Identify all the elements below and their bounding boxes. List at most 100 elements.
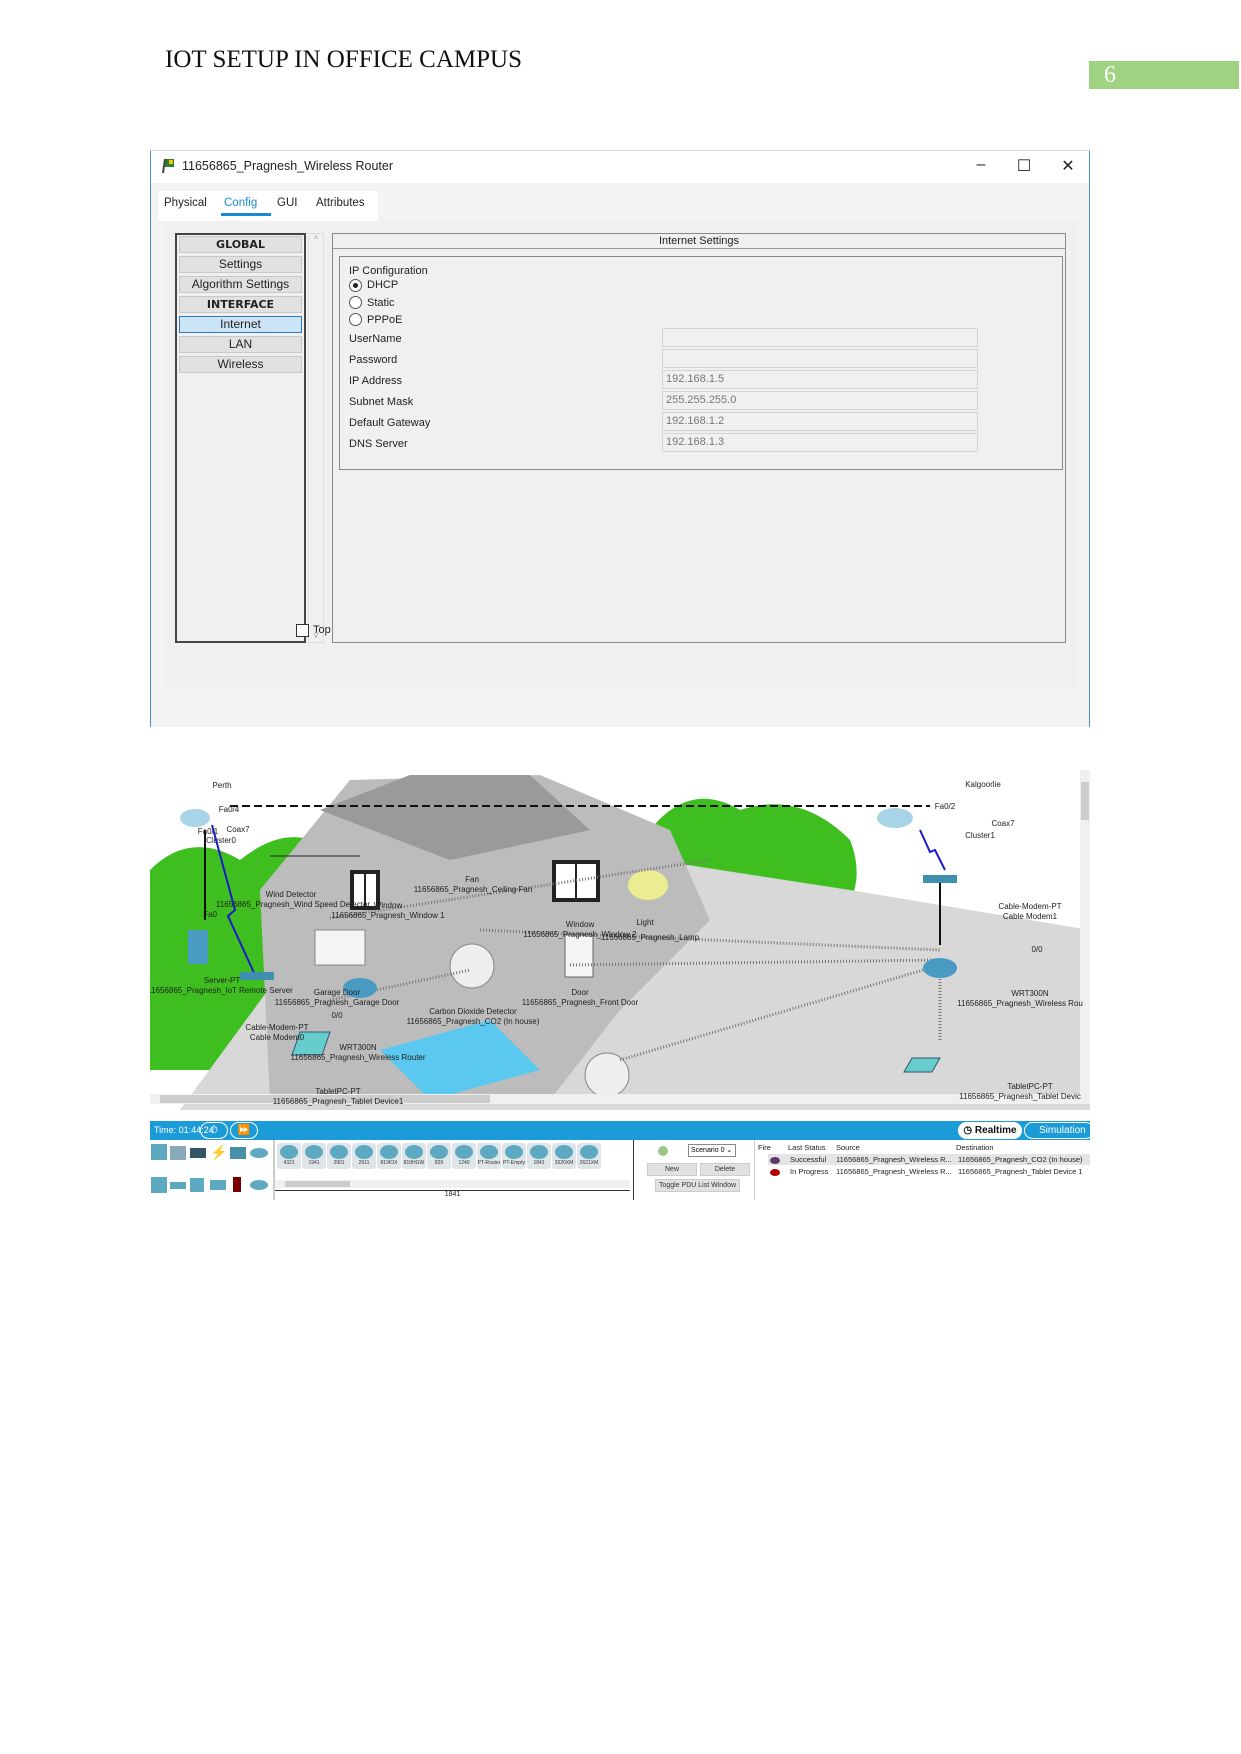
config-sidebar: GLOBAL Settings Algorithm Settings INTER… [175,233,306,643]
scenario-value: Scenario 0 [691,1147,725,1154]
top-checkbox[interactable] [296,624,309,637]
sidebar-item-algorithm-settings[interactable]: Algorithm Settings [179,276,302,293]
device-2911-button[interactable]: 2911 [352,1143,376,1169]
scenario-info-icon[interactable] [658,1146,668,1156]
wireless-devices-icon[interactable] [210,1180,226,1190]
network-devices-icon[interactable] [151,1144,167,1160]
device-label: WRT300N [1011,989,1049,998]
device-label: Fa0/2 [934,802,956,811]
device-2901-button[interactable]: 2901 [327,1143,351,1169]
static-label: Static [367,297,395,309]
maximize-button[interactable]: ☐ [1009,156,1039,178]
clock-icon: ◷ [963,1125,975,1136]
sidebar-scrollbar[interactable]: ^ v [308,233,324,643]
toggle-pdu-list-button[interactable]: Toggle PDU List Window [655,1179,740,1192]
miscellaneous-icon[interactable] [230,1147,246,1159]
tab-attributes[interactable]: Attributes [316,197,365,209]
routers-icon[interactable] [151,1177,167,1193]
device-label: Cable Modem0 [249,1033,305,1042]
col-destination: Destination [956,1143,994,1152]
security-icon[interactable] [233,1177,241,1192]
dhcp-radio[interactable] [349,279,362,292]
col-fire: Fire [758,1143,771,1152]
device-label: Fa0/1 [197,827,219,836]
device-label: Cable Modem1 [1002,912,1058,921]
device-label: 11656865_Pragnesh_Tablet Device1 [272,1097,404,1106]
device-4321-button[interactable]: 4321 [277,1143,301,1169]
delete-scenario-button[interactable]: Delete [700,1163,750,1176]
device-list-scrollbar[interactable] [275,1180,630,1188]
subnet-mask-field[interactable]: 255.255.255.0 [662,391,978,410]
sidebar-header-interface: INTERFACE [179,296,302,313]
document-title: IOT SETUP IN OFFICE CAMPUS [165,46,523,73]
ip-address-label: IP Address [349,375,402,387]
close-button[interactable]: ✕ [1053,156,1083,178]
device-2621xm-button[interactable]: 2621XM [577,1143,601,1169]
coax-link-right [919,829,946,871]
device-1841-button[interactable]: 1841 [527,1143,551,1169]
sidebar-item-wireless[interactable]: Wireless [179,356,302,373]
cable-modem1-icon [923,875,957,883]
tab-config[interactable]: Config [224,197,257,209]
sidebar-header-global: GLOBAL [179,236,302,253]
minimize-button[interactable]: – [966,156,996,178]
switches-icon[interactable] [170,1182,186,1189]
router-icon [380,1145,398,1159]
simulation-button[interactable]: Simulation [1024,1122,1094,1139]
co2-detector-icon [449,943,495,989]
device-label: TabletPC-PT [1007,1082,1053,1091]
sidebar-item-lan[interactable]: LAN [179,336,302,353]
end-devices-icon[interactable] [170,1146,186,1160]
pppoe-radio[interactable] [349,313,362,326]
device-label: Coax7 [226,825,250,834]
fast-forward-button[interactable]: ⏩ [230,1122,258,1139]
device-819hgw-button[interactable]: 819HGW [402,1143,426,1169]
dns-server-field[interactable]: 192.168.1.3 [662,433,978,452]
wan-emulation-icon[interactable] [250,1180,268,1190]
tab-gui[interactable]: GUI [277,197,297,209]
workspace-canvas[interactable]: Perth Kalgoorlie Fa0/4 Fa0/1 Coax7 Cluster0 Fa… [150,770,1090,1110]
router-icon [555,1145,573,1159]
device-1240-button[interactable]: 1240 [452,1143,476,1169]
realtime-button[interactable]: ◷ Realtime [958,1122,1022,1139]
default-gateway-field[interactable]: 192.168.1.2 [662,412,978,431]
cable-modem0-icon [240,972,274,980]
active-tab-indicator [221,213,271,216]
username-field[interactable] [662,328,978,347]
static-radio[interactable] [349,296,362,309]
password-label: Password [349,354,398,366]
ip-address-field[interactable]: 192.168.1.5 [662,370,978,389]
device-pt-empty-button[interactable]: PT-Empty [502,1143,526,1169]
sidebar-item-settings[interactable]: Settings [179,256,302,273]
scroll-up-icon[interactable]: ^ [309,234,323,244]
device-pt-router-button[interactable]: PT-Router [477,1143,501,1169]
pdu-destination: 11656865_Pragnesh_Tablet Device 1 [958,1167,1083,1176]
device-model-label: 1841 [533,1160,545,1166]
device-1941-button[interactable]: 1941 [302,1143,326,1169]
password-field[interactable] [662,349,978,368]
device-label: Cluster0 [206,836,236,845]
multiuser-icon[interactable] [250,1148,268,1158]
device-819iox-button[interactable]: 819IOX [377,1143,401,1169]
selected-device-caption: 1841 [275,1190,630,1198]
device-model-label: 819HGW [403,1160,425,1166]
scenario-select[interactable]: Scenario 0 ⌄ [688,1144,736,1157]
col-last-status: Last Status [788,1143,826,1152]
router-icon [405,1145,423,1159]
tab-physical[interactable]: Physical [164,197,207,209]
device-label: 11656865_Pragnesh_Wireless Router [290,1053,426,1062]
device-model-label: 2621XM [579,1160,599,1166]
sidebar-item-internet[interactable]: Internet [179,316,302,333]
lamp-icon [628,870,668,900]
device-label: Door [571,988,589,997]
new-scenario-button[interactable]: New [647,1163,697,1176]
device-label: Kalgoorlie [965,780,1001,789]
components-icon[interactable] [190,1148,206,1158]
pdu-status: In Progress [790,1167,829,1176]
device-829-button[interactable]: 829 [427,1143,451,1169]
reset-time-button[interactable]: ⏱ [200,1122,228,1139]
hubs-icon[interactable] [190,1178,204,1192]
device-2620xm-button[interactable]: 2620XM [552,1143,576,1169]
connections-icon[interactable]: ⚡ [210,1144,227,1161]
router-icon [505,1145,523,1159]
